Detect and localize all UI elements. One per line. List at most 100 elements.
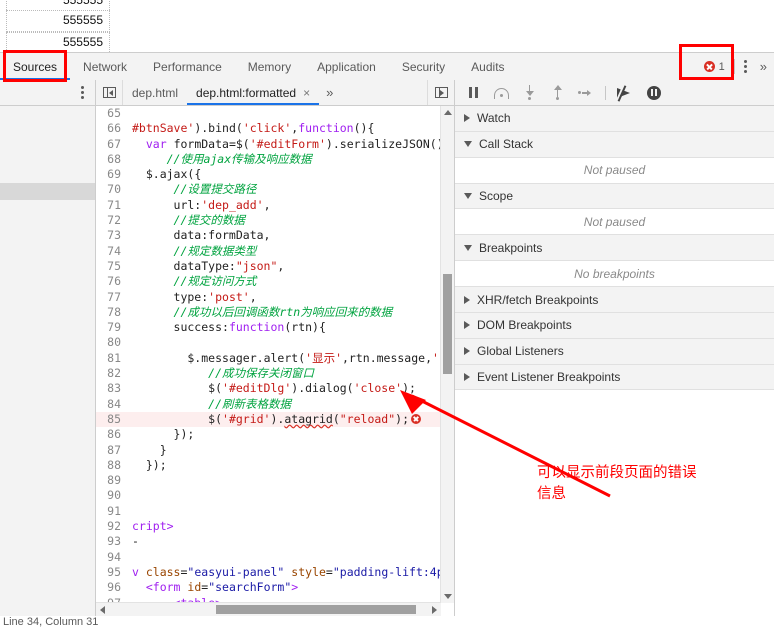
code-text: var formData=$('#editForm').serializeJSO… — [145, 136, 451, 151]
pause-on-exceptions-icon[interactable] — [645, 84, 662, 101]
file-tab-dep-html-formatted[interactable]: dep.html:formatted × — [187, 80, 319, 105]
code-line[interactable]: 94 — [96, 550, 454, 565]
deactivate-breakpoints-icon[interactable] — [615, 84, 634, 102]
code-line[interactable]: 80 — [96, 335, 454, 350]
code-line[interactable]: 89 — [96, 473, 454, 488]
step-out-of-current-function-icon[interactable] — [549, 84, 566, 101]
line-number: 86 — [107, 427, 121, 442]
more-tabs-icon[interactable]: » — [319, 80, 340, 105]
debugger-section-event-listener-breakpoints[interactable]: Event Listener Breakpoints — [455, 364, 774, 391]
close-icon[interactable]: × — [303, 86, 310, 100]
code-line[interactable]: 95 v class="easyui-panel" style="padding-… — [96, 565, 454, 580]
debugger-section-breakpoints[interactable]: Breakpoints — [455, 235, 774, 262]
line-number: 88 — [107, 457, 121, 472]
code-line[interactable]: 72 //提交的数据 — [96, 213, 454, 228]
section-label: DOM Breakpoints — [477, 318, 572, 333]
code-line[interactable]: 67 var formData=$('#editForm').serialize… — [96, 137, 454, 152]
tab-application[interactable]: Application — [304, 53, 389, 80]
editor-horizontal-scrollbar[interactable] — [96, 602, 441, 616]
tab-audits[interactable]: Audits — [458, 53, 517, 80]
page-cell: 555555 — [6, 10, 110, 32]
step-over-next-function-call-icon[interactable] — [493, 84, 510, 101]
debugger-section-watch[interactable]: Watch — [455, 106, 774, 132]
scrollbar-thumb[interactable] — [443, 274, 452, 374]
code-line[interactable]: 88 }); — [96, 458, 454, 473]
section-label: Watch — [477, 111, 511, 126]
code-line[interactable]: 73 data:formData, — [96, 228, 454, 243]
line-number: 96 — [107, 580, 121, 595]
code-line[interactable]: 78 //成功以后回调函数rtn为响应回来的数据 — [96, 305, 454, 320]
scroll-right-arrow[interactable] — [428, 603, 441, 616]
list-item[interactable] — [0, 217, 95, 234]
list-item[interactable] — [0, 132, 95, 149]
code-line[interactable]: 87 } — [96, 443, 454, 458]
code-line[interactable]: 82 //成功保存关闭窗口 — [96, 366, 454, 381]
code-line[interactable]: 74 //规定数据类型 — [96, 244, 454, 259]
debugger-section-xhr-fetch-breakpoints[interactable]: XHR/fetch Breakpoints — [455, 287, 774, 313]
step-into-next-function-call-icon[interactable] — [521, 84, 538, 101]
chevron-right-icon — [464, 114, 470, 123]
code-line[interactable]: 70 //设置提交路径 — [96, 182, 454, 197]
code-line[interactable]: 84 //刷新表格数据 — [96, 397, 454, 412]
inline-error-icon[interactable] — [411, 413, 421, 424]
line-number: 89 — [107, 473, 121, 488]
code-line[interactable]: 83 $('#editDlg').dialog('close'); — [96, 381, 454, 396]
tab-memory[interactable]: Memory — [235, 53, 304, 80]
line-number: 68 — [107, 151, 121, 166]
list-item[interactable] — [0, 166, 95, 183]
section-empty-message: Not paused — [455, 157, 774, 184]
file-tab-dep-html[interactable]: dep.html — [123, 80, 187, 105]
scroll-down-arrow[interactable] — [441, 590, 454, 603]
debugger-section-scope[interactable]: Scope — [455, 183, 774, 210]
code-line[interactable]: 81 $.messager.alert('显示',rtn.message,'in… — [96, 351, 454, 366]
debugger-section-call-stack[interactable]: Call Stack — [455, 131, 774, 158]
tab-security[interactable]: Security — [389, 53, 458, 80]
tab-network[interactable]: Network — [70, 53, 140, 80]
scroll-up-arrow[interactable] — [441, 106, 454, 119]
code-line[interactable]: 65 — [96, 106, 454, 121]
section-label: Breakpoints — [479, 240, 543, 255]
pause-script-execution-icon[interactable] — [465, 84, 482, 101]
code-line[interactable]: 66 #btnSave').bind('click',function(){ — [96, 121, 454, 136]
code-line[interactable]: 92 cript> — [96, 519, 454, 534]
code-line[interactable]: 93- — [96, 534, 454, 549]
list-item[interactable] — [0, 149, 95, 166]
code-line[interactable]: 85 $('#grid').atagrid("reload"); — [96, 411, 454, 428]
code-line[interactable]: 75 dataType:"json", — [96, 259, 454, 274]
code-line[interactable]: 90 — [96, 488, 454, 503]
chevron-right-icon[interactable]: » — [755, 59, 772, 74]
code-editor[interactable]: 65 66 #btnSave').bind('click',function(){6… — [96, 106, 454, 616]
debugger-section-dom-breakpoints[interactable]: DOM Breakpoints — [455, 312, 774, 339]
line-number: 82 — [107, 366, 121, 381]
scroll-left-arrow[interactable] — [96, 603, 109, 616]
code-lines[interactable]: 65 66 #btnSave').bind('click',function(){6… — [96, 106, 454, 616]
tab-performance[interactable]: Performance — [140, 53, 235, 80]
code-line[interactable]: 91 — [96, 504, 454, 519]
list-item[interactable] — [0, 200, 95, 217]
code-line[interactable]: 71 url:'dep_add', — [96, 198, 454, 213]
code-line[interactable]: 79 success:function(rtn){ — [96, 320, 454, 335]
code-text: //成功以后回调函数rtn为响应回来的数据 — [132, 304, 393, 319]
code-line[interactable]: 77 type:'post', — [96, 290, 454, 305]
editor-vertical-scrollbar[interactable] — [440, 106, 454, 603]
code-text: //规定数据类型 — [132, 243, 257, 258]
code-line[interactable]: 76 //规定访问方式 — [96, 274, 454, 289]
step-icon[interactable] — [577, 84, 594, 101]
list-item[interactable] — [0, 183, 95, 200]
code-text: #btnSave').bind('click',function(){ — [132, 121, 375, 136]
show-debugger-button[interactable] — [427, 80, 454, 105]
line-number: 77 — [107, 289, 121, 304]
code-text: //规定访问方式 — [132, 274, 257, 289]
code-line[interactable]: 96 <form id="searchForm"> — [96, 580, 454, 595]
show-navigator-button[interactable] — [96, 80, 123, 105]
scrollbar-thumb[interactable] — [216, 605, 416, 614]
code-line[interactable]: 68 //使用ajax传输及响应数据 — [96, 152, 454, 167]
customize-devtools-icon[interactable] — [737, 60, 755, 73]
code-line[interactable]: 86 }); — [96, 427, 454, 442]
line-number: 84 — [107, 396, 121, 411]
code-line[interactable]: 69 $.ajax({ — [96, 167, 454, 182]
navigator-file-list[interactable] — [0, 106, 95, 616]
chevron-down-icon — [464, 192, 472, 199]
debugger-section-global-listeners[interactable]: Global Listeners — [455, 338, 774, 365]
more-options-icon[interactable] — [73, 86, 91, 99]
